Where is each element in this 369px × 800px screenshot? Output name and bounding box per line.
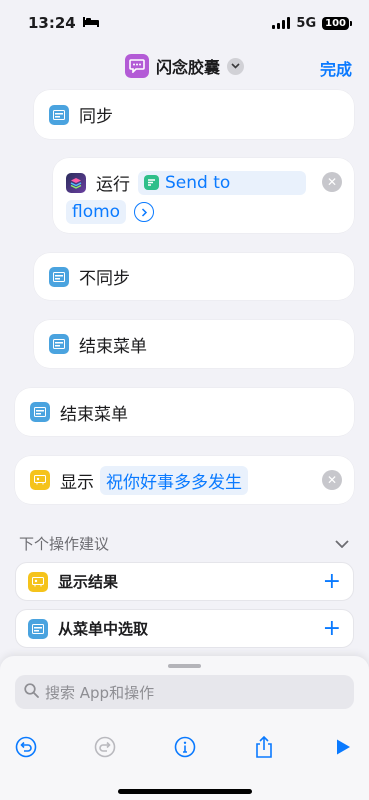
end-menu-inner[interactable]: 结束菜单: [34, 320, 354, 368]
show-action[interactable]: 显示 祝你好事多多发生 ✕: [15, 456, 354, 504]
shortcut-token[interactable]: Send to: [138, 170, 306, 195]
run-label: 运行: [96, 175, 130, 195]
redo-icon[interactable]: [93, 735, 117, 759]
shortcut-name-part1: Send to: [165, 172, 231, 193]
show-label: 显示: [60, 472, 94, 493]
info-icon[interactable]: [173, 735, 197, 759]
bottom-sheet: 搜索 App和操作: [0, 656, 369, 800]
clear-icon[interactable]: ✕: [322, 470, 342, 490]
menu-icon: [49, 266, 69, 287]
search-icon: [24, 682, 39, 702]
end-menu-outer[interactable]: 结束菜单: [15, 388, 354, 436]
network-label: 5G: [296, 15, 317, 31]
suggestion-choose-from-menu[interactable]: 从菜单中选取 +: [15, 609, 354, 648]
flomo-icon: [144, 175, 159, 190]
add-icon[interactable]: +: [323, 617, 341, 640]
speech-bubble-icon: [124, 54, 149, 78]
chevron-right-circle-icon[interactable]: [134, 202, 155, 222]
editor-toolbar: [0, 735, 369, 759]
end-menu-label: 结束菜单: [79, 336, 147, 357]
menu-item-label: 不同步: [79, 269, 130, 289]
done-button[interactable]: 完成: [320, 56, 352, 80]
suggestion-show-result[interactable]: 显示结果 +: [15, 562, 354, 601]
status-left: 13:24: [28, 14, 100, 32]
undo-icon[interactable]: [14, 735, 38, 759]
suggestions-header[interactable]: 下个操作建议: [19, 533, 349, 553]
show-result-icon: [28, 571, 48, 592]
suggestion-label: 从菜单中选取: [58, 620, 149, 638]
page-title: 闪念胶囊: [155, 58, 220, 77]
clear-icon[interactable]: ✕: [322, 172, 342, 192]
share-icon[interactable]: [252, 735, 276, 759]
bed-icon: [82, 14, 100, 32]
shortcuts-app-icon: [66, 172, 86, 193]
home-indicator: [118, 789, 252, 794]
chevron-down-icon[interactable]: [227, 57, 244, 75]
add-icon[interactable]: +: [323, 570, 341, 593]
search-placeholder: 搜索 App和操作: [45, 683, 155, 702]
search-field[interactable]: 搜索 App和操作: [15, 675, 354, 709]
menu-item-label: 同步: [79, 107, 113, 127]
show-result-icon: [30, 470, 50, 490]
shortcut-title-menu[interactable]: 闪念胶囊: [124, 54, 244, 78]
status-bar: 13:24 5G 100: [0, 0, 369, 46]
sheet-grabber[interactable]: [168, 664, 201, 668]
menu-icon: [30, 402, 50, 422]
menu-icon: [49, 334, 69, 354]
suggestions-title: 下个操作建议: [19, 534, 110, 553]
chevron-down-icon[interactable]: [335, 534, 349, 552]
menu-item-sync[interactable]: 同步: [34, 90, 354, 139]
menu-icon: [28, 618, 48, 639]
play-icon[interactable]: [331, 735, 355, 759]
suggestion-label: 显示结果: [58, 573, 119, 591]
menu-icon: [49, 104, 69, 125]
status-time: 13:24: [28, 14, 76, 32]
menu-item-no-sync[interactable]: 不同步: [34, 253, 354, 300]
end-menu-label: 结束菜单: [60, 404, 128, 425]
show-text-token[interactable]: 祝你好事多多发生: [100, 465, 248, 495]
shortcut-name-part2[interactable]: flomo: [66, 200, 127, 224]
battery-icon: 100: [322, 16, 352, 30]
signal-icon: [272, 17, 291, 29]
nav-bar: 闪念胶囊 完成: [0, 46, 369, 86]
run-shortcut-action[interactable]: 运行 Send to ✕ flomo: [53, 158, 354, 233]
status-right: 5G 100: [272, 15, 352, 31]
